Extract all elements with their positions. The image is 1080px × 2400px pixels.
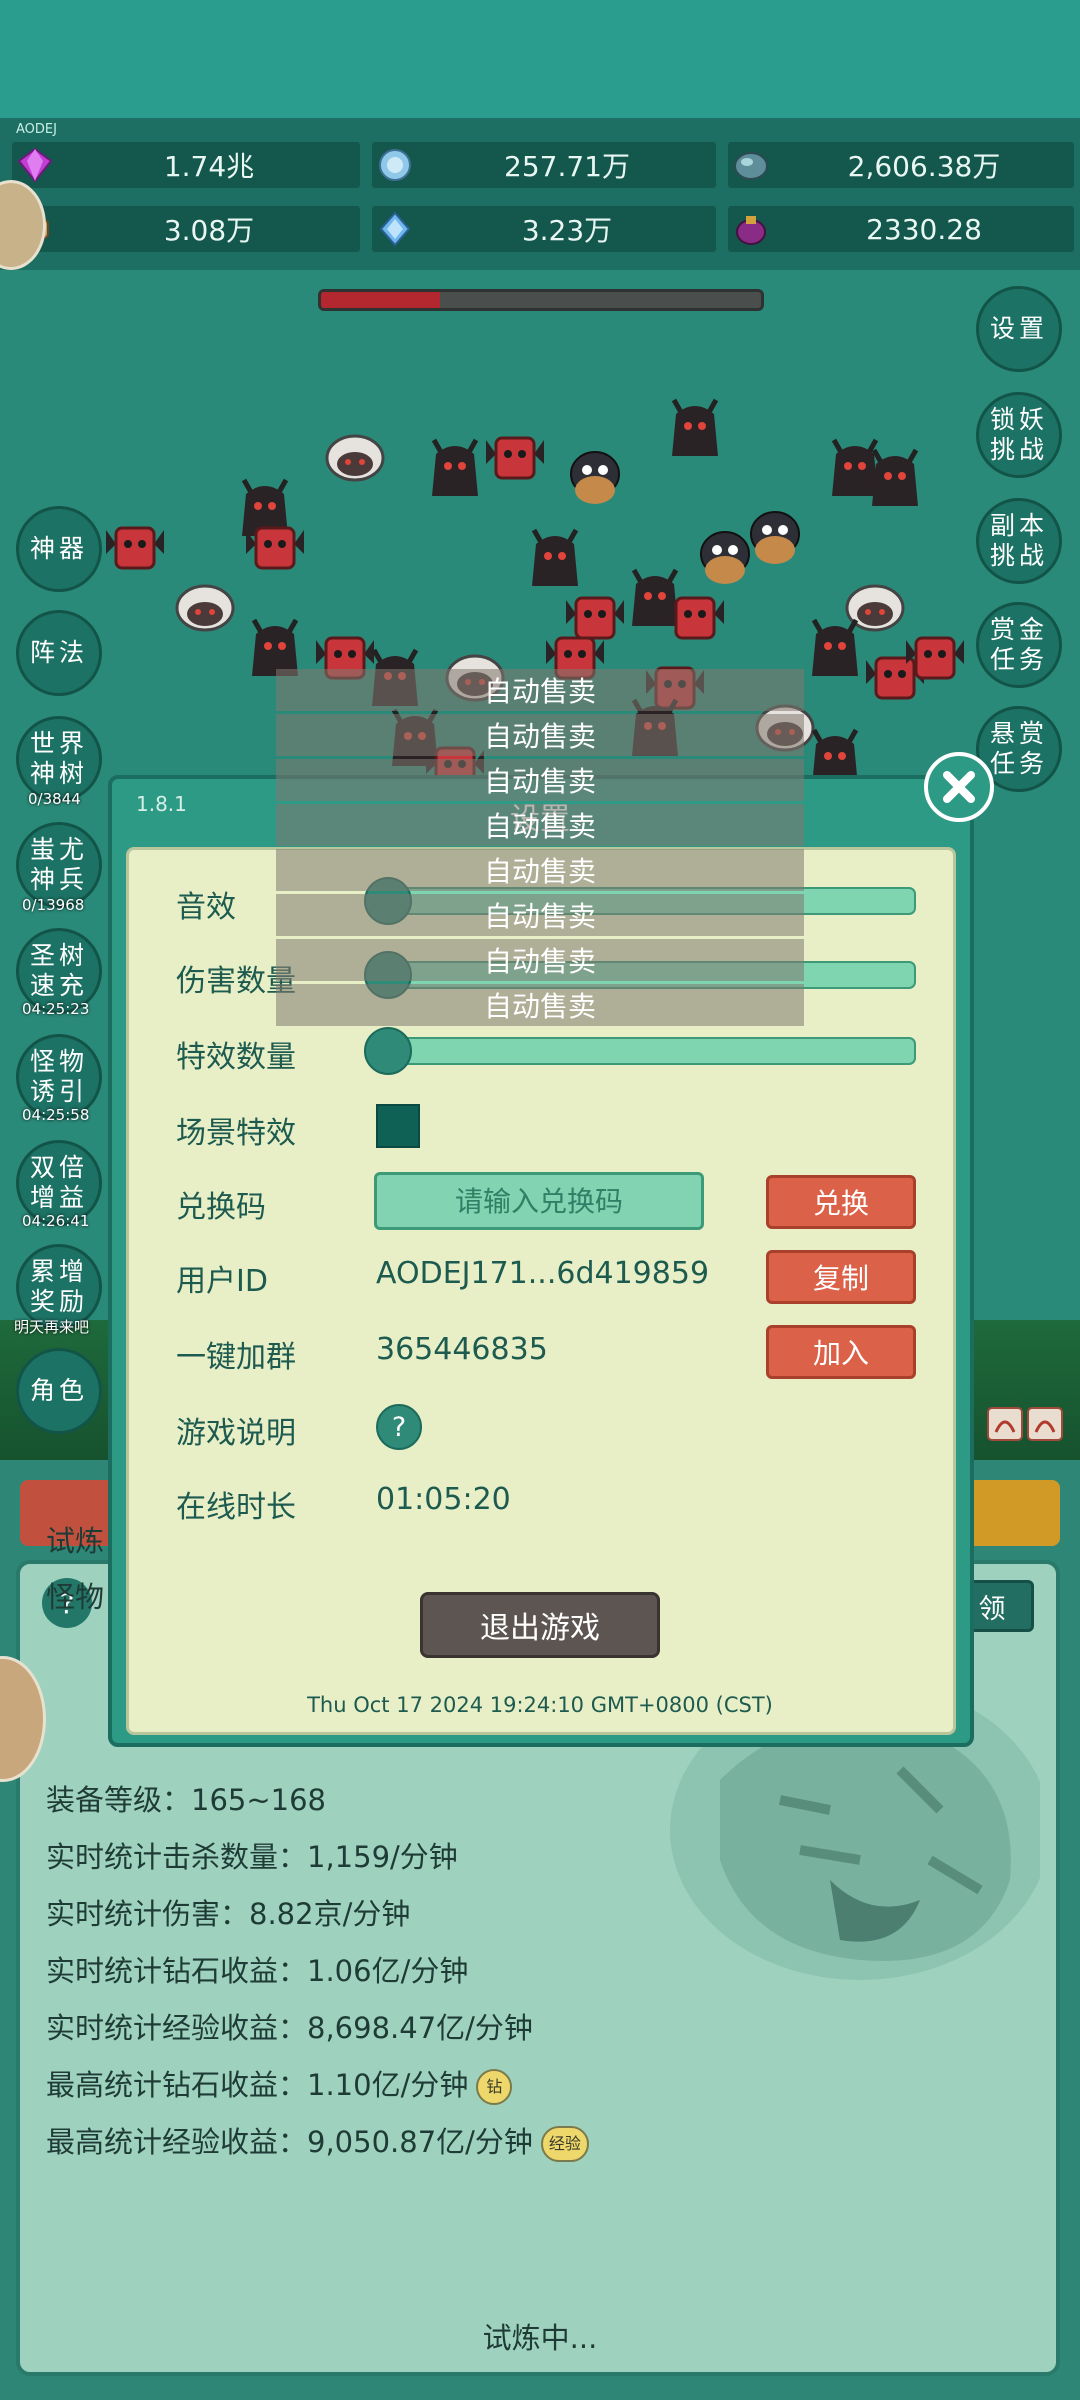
effect-count-slider[interactable] <box>364 1027 916 1075</box>
group-number: 365446835 <box>376 1332 548 1367</box>
stat-kill-rate: 实时统计击杀数量：1,159/分钟 <box>46 1840 458 1874</box>
artifact-button[interactable]: 神器 <box>16 506 102 592</box>
max-diamond-text: 最高统计钻石收益：1.10亿/分钟 <box>46 2068 469 2102</box>
copy-button[interactable]: 复制 <box>766 1250 916 1304</box>
settings-button[interactable]: 设置 <box>976 286 1062 372</box>
red-block-monster-icon <box>106 526 164 570</box>
boss-hp-fill <box>321 292 440 308</box>
teal-orb-icon <box>728 142 774 188</box>
stat-damage-rate: 实时统计伤害：8.82京/分钟 <box>46 1897 411 1931</box>
redeem-code-label: 兑换码 <box>176 1190 266 1225</box>
scene-effect-label: 场景特效 <box>176 1116 296 1151</box>
effect-count-label: 特效数量 <box>176 1040 296 1075</box>
resource-gem: 1.74兆 <box>12 142 360 188</box>
resource-scroll: 3.08万 <box>12 206 360 252</box>
stat-max-diamond-rate: 最高统计钻石收益：1.10亿/分钟钻 <box>46 2062 513 2105</box>
exp-tag-icon: 经验 <box>540 2126 589 2162</box>
redeem-code-input[interactable] <box>374 1172 704 1230</box>
auto-sell-toast: 自动售卖 <box>276 939 804 981</box>
grey-beast-monster-icon <box>325 434 385 482</box>
status-badges <box>986 1404 1066 1444</box>
red-block-monster-icon <box>486 436 544 480</box>
join-button[interactable]: 加入 <box>766 1325 916 1379</box>
diamond-tag-icon: 钻 <box>476 2069 513 2105</box>
timestamp: Thu Oct 17 2024 19:24:10 GMT+0800 (CST) <box>307 1693 773 1717</box>
resource-shard: 3.23万 <box>372 206 716 252</box>
auto-sell-toast: 自动售卖 <box>276 849 804 891</box>
effect-count-slider-knob[interactable] <box>364 1027 412 1075</box>
double-boost-timer: 04:26:41 <box>22 1212 90 1230</box>
close-icon <box>943 771 975 803</box>
magenta-pouch-icon <box>728 206 774 252</box>
stat-exp-rate: 实时统计经验收益：8,698.47亿/分钟 <box>46 2011 533 2045</box>
ice-shard-icon <box>372 206 418 252</box>
penguin-monster-icon <box>750 511 800 564</box>
trial-stat-partial-2: 怪物 <box>46 1580 105 1614</box>
scene-effect-checkbox[interactable] <box>376 1104 420 1148</box>
red-block-monster-icon <box>906 636 964 680</box>
resource-crystal: 257.71万 <box>372 142 716 188</box>
auto-sell-toast: 自动售卖 <box>276 714 804 756</box>
pouch-value: 2330.28 <box>866 212 982 246</box>
online-time-label: 在线时长 <box>176 1490 296 1525</box>
auto-sell-toast: 自动售卖 <box>276 894 804 936</box>
cumulative-reward-status: 明天再来吧 <box>14 1318 90 1336</box>
monster-lure-timer: 04:25:58 <box>22 1106 90 1124</box>
stat-max-exp-rate: 最高统计经验收益：9,050.87亿/分钟 经验 <box>46 2119 589 2162</box>
stat-diamond-rate: 实时统计钻石收益：1.06亿/分钟 <box>46 1954 469 1988</box>
formation-button[interactable]: 阵法 <box>16 610 102 696</box>
user-id-value: AODEJ171...6d419859 <box>376 1256 710 1291</box>
shard-value: 3.23万 <box>521 214 613 247</box>
exit-game-button[interactable]: 退出游戏 <box>420 1592 660 1658</box>
grey-beast-monster-icon <box>175 584 235 632</box>
penguin-monster-icon <box>570 451 620 504</box>
demon-monster-icon <box>671 398 719 456</box>
dungeon-challenge-button[interactable]: 副本挑战 <box>976 498 1062 584</box>
trial-status: 试炼中... <box>482 2321 598 2355</box>
redeem-button[interactable]: 兑换 <box>766 1175 916 1229</box>
chiyou-weapon-progress: 0/13968 <box>22 896 85 914</box>
holy-tree-charge-timer: 04:25:23 <box>22 1000 90 1018</box>
sound-label: 音效 <box>176 890 236 925</box>
demon-monster-icon <box>871 448 919 506</box>
auto-sell-toast: 自动售卖 <box>276 984 804 1026</box>
trial-stat-partial-1: 试炼 <box>46 1524 105 1558</box>
red-block-monster-icon <box>666 596 724 640</box>
auto-sell-toast: 自动售卖 <box>276 669 804 711</box>
player-tag: AODEJ <box>16 122 57 137</box>
game-guide-label: 游戏说明 <box>176 1416 296 1451</box>
boss-hp-bar <box>318 289 764 311</box>
resource-orb: 2,606.38万 <box>728 142 1074 188</box>
max-exp-text: 最高统计经验收益：9,050.87亿/分钟 <box>46 2125 533 2159</box>
resource-pouch: 2330.28 <box>728 206 1074 252</box>
bounty-task-button[interactable]: 赏金任务 <box>976 602 1062 688</box>
close-button[interactable] <box>924 752 994 822</box>
join-group-label: 一键加群 <box>176 1340 296 1375</box>
scroll-value: 3.08万 <box>163 214 255 247</box>
crystal-value: 257.71万 <box>504 150 630 183</box>
stat-equipment-level: 装备等级：165~168 <box>46 1783 327 1817</box>
gem-value: 1.74兆 <box>163 150 255 183</box>
game-guide-button[interactable]: ? <box>376 1404 422 1450</box>
demon-seal-challenge-button[interactable]: 锁妖挑战 <box>976 392 1062 478</box>
top-band <box>0 0 1080 118</box>
auto-sell-toast: 自动售卖 <box>276 759 804 801</box>
blue-crystal-icon <box>372 142 418 188</box>
orb-value: 2,606.38万 <box>847 150 1001 183</box>
user-id-label: 用户ID <box>176 1264 268 1299</box>
character-button[interactable]: 角色 <box>16 1348 102 1434</box>
online-time-value: 01:05:20 <box>376 1482 511 1517</box>
auto-sell-toast: 自动售卖 <box>276 804 804 846</box>
red-block-monster-icon <box>246 526 304 570</box>
